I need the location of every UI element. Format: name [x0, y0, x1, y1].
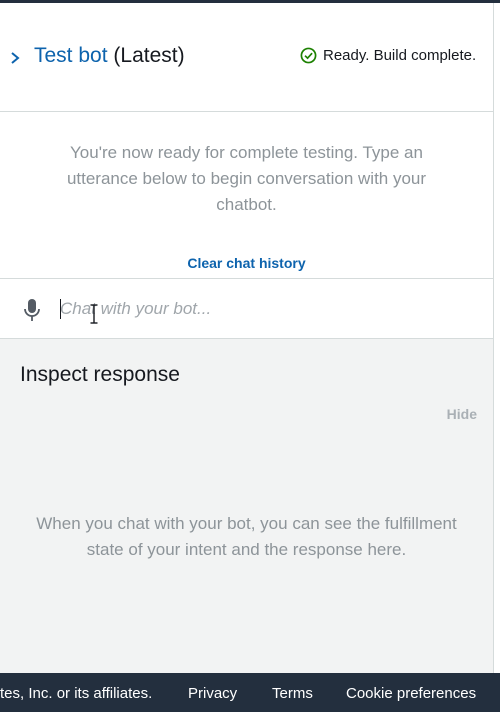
- chat-input-row: [0, 278, 493, 339]
- conversation-area: You're now ready for complete testing. T…: [0, 112, 493, 278]
- microphone-icon[interactable]: [23, 298, 41, 322]
- privacy-link[interactable]: Privacy: [188, 685, 237, 702]
- inspect-response-section: Inspect response Hide When you chat with…: [0, 339, 493, 673]
- bot-name[interactable]: Test bot: [34, 44, 108, 67]
- copyright-text: tes, Inc. or its affiliates.: [0, 685, 153, 702]
- welcome-message: You're now ready for complete testing. T…: [66, 143, 427, 214]
- inspect-info-text: When you chat with your bot, you can see…: [36, 514, 457, 559]
- hide-link[interactable]: Hide: [447, 406, 477, 422]
- clear-chat-history-link[interactable]: Clear chat history: [0, 255, 493, 271]
- text-cursor-icon: [90, 304, 98, 324]
- test-bot-panel: Test bot (Latest) Ready. Build complete.…: [0, 3, 494, 673]
- check-circle-icon: [300, 47, 317, 64]
- scroll-gutter: [494, 3, 500, 673]
- cookie-preferences-link[interactable]: Cookie preferences: [346, 685, 476, 702]
- text-caret: [60, 299, 61, 319]
- build-status: Ready. Build complete.: [300, 47, 476, 64]
- terms-link[interactable]: Terms: [272, 685, 313, 702]
- chevron-right-icon[interactable]: [9, 50, 21, 66]
- page-footer: tes, Inc. or its affiliates. Privacy Ter…: [0, 673, 500, 712]
- chat-input[interactable]: [58, 295, 480, 323]
- status-text: Ready. Build complete.: [323, 47, 477, 64]
- version-label: (Latest): [113, 44, 185, 67]
- inspect-response-title: Inspect response: [20, 363, 180, 386]
- panel-title[interactable]: Test bot (Latest): [34, 44, 185, 68]
- panel-header: Test bot (Latest) Ready. Build complete.: [0, 3, 493, 112]
